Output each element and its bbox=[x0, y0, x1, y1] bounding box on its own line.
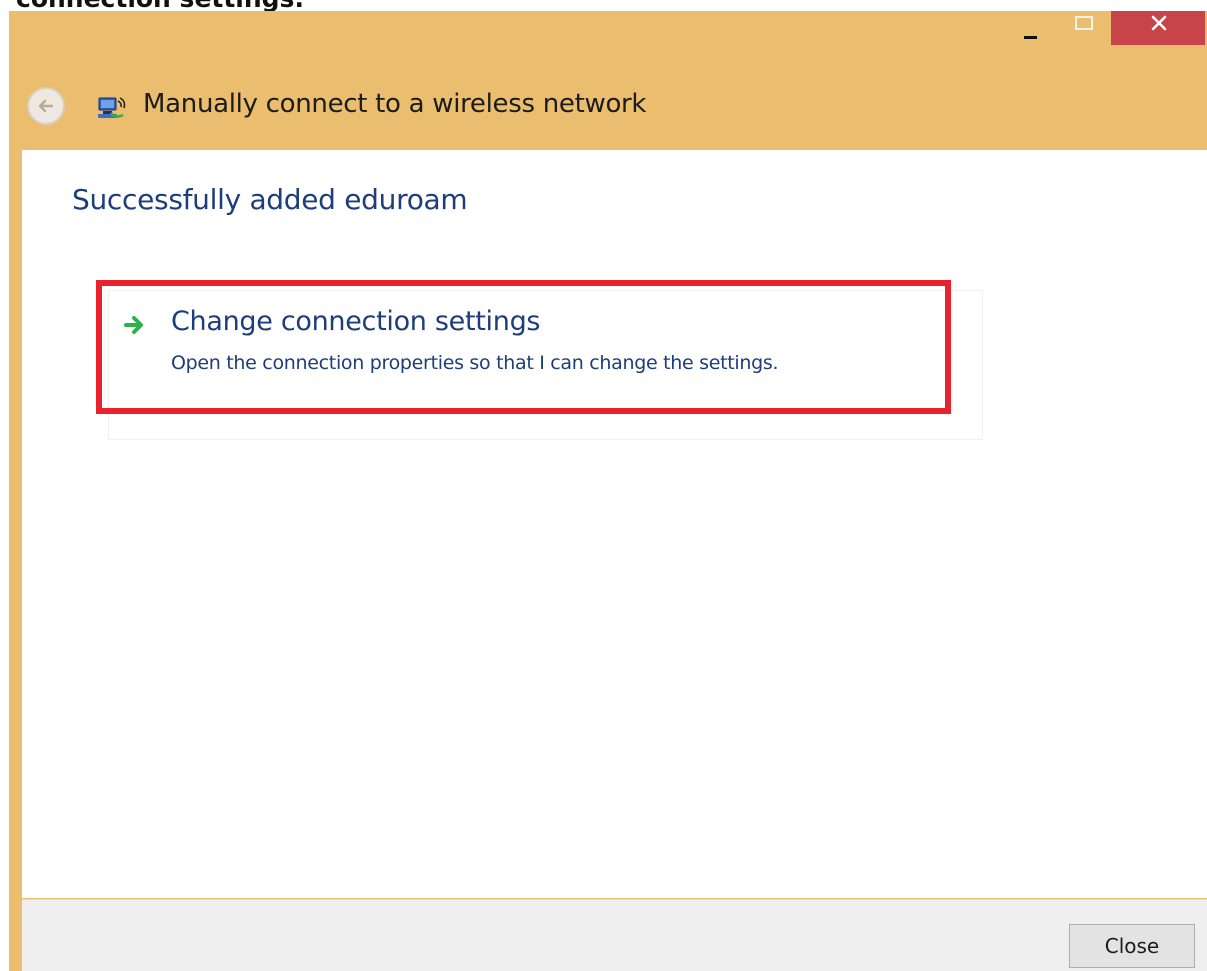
title-bar: Manually connect to a wireless network bbox=[9, 11, 1207, 148]
minimize-icon bbox=[1024, 36, 1037, 39]
back-button[interactable] bbox=[27, 87, 65, 125]
back-arrow-icon bbox=[38, 99, 54, 113]
command-link-description: Open the connection properties so that I… bbox=[171, 352, 779, 374]
dialog-footer: Close bbox=[22, 899, 1207, 971]
wireless-network-icon bbox=[98, 97, 126, 118]
close-window-button[interactable] bbox=[1111, 11, 1205, 45]
change-connection-settings-link[interactable]: Change connection settings Open the conn… bbox=[96, 280, 951, 414]
minimize-button[interactable] bbox=[1011, 11, 1051, 45]
dialog-content: Successfully added eduroam Change connec… bbox=[22, 150, 1207, 898]
close-icon bbox=[1151, 15, 1167, 31]
maximize-button[interactable] bbox=[1061, 11, 1101, 45]
command-link-title: Change connection settings bbox=[171, 306, 541, 337]
maximize-icon bbox=[1075, 16, 1093, 30]
dialog-window: Manually connect to a wireless network S… bbox=[9, 11, 1207, 971]
instruction-caption-text: connection settings. bbox=[16, 0, 304, 11]
window-title: Manually connect to a wireless network bbox=[143, 89, 647, 119]
instruction-caption: connection settings. bbox=[0, 0, 1207, 11]
close-button[interactable]: Close bbox=[1069, 924, 1195, 968]
success-heading: Successfully added eduroam bbox=[72, 183, 468, 216]
green-arrow-icon bbox=[124, 316, 143, 334]
